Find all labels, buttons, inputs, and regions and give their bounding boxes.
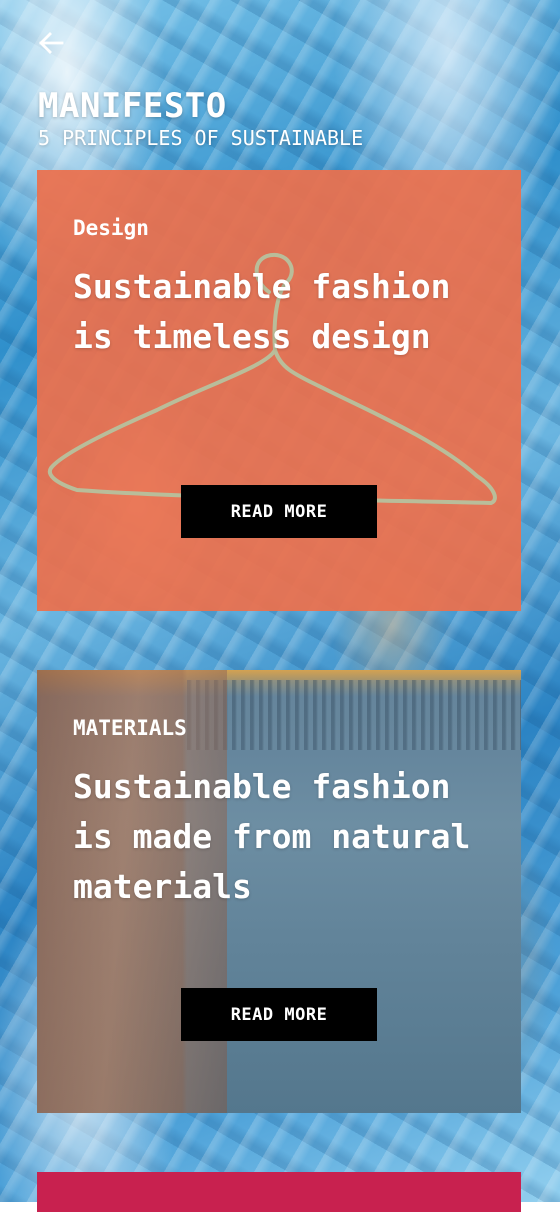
card-content: MATERIALS Sustainable fashion is made fr… — [73, 714, 501, 912]
manifesto-card-design[interactable]: Design Sustainable fashion is timeless d… — [37, 170, 521, 611]
card-content: Design Sustainable fashion is timeless d… — [73, 214, 501, 362]
arrow-left-icon — [39, 32, 64, 54]
read-more-button[interactable]: READ MORE — [181, 988, 377, 1041]
card-category: MATERIALS — [73, 716, 187, 740]
card-headline: Sustainable fashion is made from natural… — [73, 767, 471, 906]
back-button[interactable] — [38, 28, 68, 58]
manifesto-card-materials[interactable]: MATERIALS Sustainable fashion is made fr… — [37, 670, 521, 1113]
page-subtitle: 5 PRINCIPLES OF SUSTAINABLE — [38, 126, 364, 150]
page-header: MANIFESTO 5 PRINCIPLES OF SUSTAINABLE — [38, 28, 518, 150]
card-headline: Sustainable fashion is timeless design — [73, 267, 451, 356]
manifesto-card-partial[interactable] — [37, 1172, 521, 1212]
read-more-button[interactable]: READ MORE — [181, 485, 377, 538]
card-category: Design — [73, 216, 149, 240]
page-title: MANIFESTO — [38, 86, 227, 126]
